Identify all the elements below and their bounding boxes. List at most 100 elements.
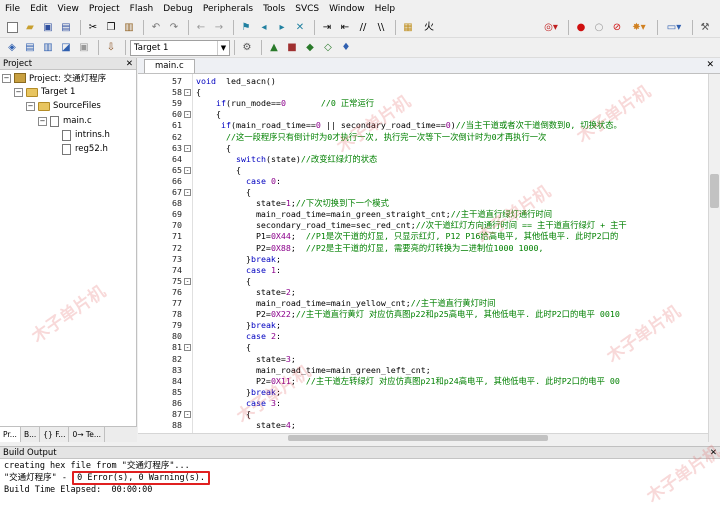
code-line[interactable]: 73 }break; [138,254,708,265]
code-line[interactable]: 57 void led_sacn() [138,76,708,87]
manage-components-icon[interactable]: ▲ [266,40,282,56]
search-icon[interactable]: ◎▾ [540,20,562,36]
tab-templates[interactable]: 0→ Te... [69,427,105,442]
pack-installer-icon[interactable]: ♦ [338,40,354,56]
new-file-icon[interactable] [4,20,20,36]
collapse-icon[interactable]: − [26,101,35,111]
fold-toggle-icon[interactable]: - [184,111,191,119]
bookmark-prev-icon[interactable]: ◂ [256,20,272,36]
uncomment-icon[interactable]: \\ [373,20,389,36]
code-line[interactable]: 77 main_road_time=main_yellow_cnt;//主干道直… [138,298,708,309]
select-packs-icon[interactable]: ◆ [302,40,318,56]
code-line[interactable]: 78 P2=0X22;//主干道直行黄灯 对应仿真图p22和p25高电平, 其他… [138,309,708,320]
close-icon[interactable]: ✕ [710,448,717,458]
download-icon[interactable]: ⇩ [103,40,119,56]
tree-project-root[interactable]: − Project: 交通灯程序 [2,71,106,85]
save-icon[interactable]: ▣ [40,20,56,36]
code-line[interactable]: 76 state=2; [138,287,708,298]
menu-edit[interactable]: Edit [25,0,52,18]
code-line[interactable]: 72 P2=0X88; //P2是主干道的灯显, 需要亮的灯转换为二进制位100… [138,243,708,254]
code-line[interactable]: 83 main_road_time=main_green_left_cnt; [138,365,708,376]
code-line[interactable]: 59 if(run_mode==0 //0 正常运行 [138,98,708,109]
menu-tools[interactable]: Tools [258,0,290,18]
stop-build-icon[interactable]: ▣ [76,40,92,56]
translate-icon[interactable]: ◈ [4,40,20,56]
batch-build-icon[interactable]: ◪ [58,40,74,56]
collapse-icon[interactable]: − [14,87,23,97]
code-area[interactable]: 57 void led_sacn() 58-{59 if(run_mode==0 /… [138,74,708,433]
build-icon[interactable]: ▤ [22,40,38,56]
close-icon[interactable]: ✕ [126,59,133,69]
scroll-thumb[interactable] [288,435,548,441]
code-line[interactable]: 81- { [138,342,708,353]
menu-peripherals[interactable]: Peripherals [198,0,258,18]
target-options-icon[interactable]: ⚙ [239,40,255,56]
collapse-icon[interactable]: − [2,73,11,83]
find-text[interactable]: 火 [418,20,440,36]
code-line[interactable]: 64 switch(state)//改变红绿灯的状态 [138,154,708,165]
run-time-env-icon[interactable]: ◇ [320,40,336,56]
paste-icon[interactable]: ▥ [121,20,137,36]
code-line[interactable]: 85 }break; [138,387,708,398]
tab-functions[interactable]: {} F... [40,427,70,442]
breakpoint-kill-icon[interactable]: ✸▾ [627,20,651,36]
code-line[interactable]: 82 state=3; [138,354,708,365]
cut-icon[interactable]: ✂ [85,20,101,36]
fold-toggle-icon[interactable]: - [184,144,191,152]
code-line[interactable]: 84 P2=0X11; //主干道左转绿灯 对应仿真图p21和p24高电平, 其… [138,376,708,387]
code-line[interactable]: 63- { [138,143,708,154]
code-line[interactable]: 58-{ [138,87,708,98]
tree-target[interactable]: − Target 1 [14,85,75,99]
indent-icon[interactable]: ⇥ [319,20,335,36]
code-line[interactable]: 70 secondary_road_time=sec_red_cnt;//次干道… [138,220,708,231]
copy-icon[interactable]: ❐ [103,20,119,36]
fold-toggle-icon[interactable]: - [184,166,191,174]
fold-toggle-icon[interactable]: - [184,189,191,196]
code-line[interactable]: 71 P1=0X44; //P1是次干道的灯显, 只显示红灯, P12 P16给… [138,231,708,242]
tab-books[interactable]: B... [21,427,41,442]
code-line[interactable]: 88 state=4; [138,420,708,431]
redo-icon[interactable]: ↷ [166,20,182,36]
target-select[interactable]: Target 1 ▼ [130,39,230,56]
menu-project[interactable]: Project [84,0,125,18]
breakpoint-empty-icon[interactable]: ○ [591,20,607,36]
code-line[interactable]: 69 main_road_time=main_green_straight_cn… [138,209,708,220]
code-line[interactable]: 80 case 2: [138,331,708,342]
configure-icon[interactable]: ⚒ [697,20,713,36]
code-line[interactable]: 61 if(main_road_time==0 || secondary_roa… [138,120,708,131]
nav-forward-icon[interactable]: → [211,20,227,36]
tree-group[interactable]: − SourceFiles [26,99,101,113]
vertical-scrollbar[interactable] [708,74,720,442]
menu-file[interactable]: File [0,0,25,18]
bookmark-next-icon[interactable]: ▸ [274,20,290,36]
code-line[interactable]: 66 case 0: [138,176,708,187]
code-line[interactable]: 87- { [138,409,708,420]
code-line[interactable]: 65- { [138,165,708,176]
code-line[interactable]: 68 state=1;//下次切换到下一个模式 [138,198,708,209]
find-in-files-icon[interactable]: ▦ [400,20,416,36]
horizontal-scrollbar[interactable] [138,433,708,442]
rebuild-icon[interactable]: ▥ [40,40,56,56]
fold-toggle-icon[interactable]: - [184,277,191,285]
unindent-icon[interactable]: ⇤ [337,20,353,36]
bookmark-clear-icon[interactable]: ✕ [292,20,308,36]
code-line[interactable]: 74 case 1: [138,265,708,276]
breakpoint-icon[interactable]: ● [573,20,589,36]
code-line[interactable]: 75- { [138,276,708,287]
code-line[interactable]: 86 case 3: [138,398,708,409]
scroll-thumb[interactable] [710,174,719,208]
fold-toggle-icon[interactable]: - [184,411,191,418]
breakpoint-disable-icon[interactable]: ⊘ [609,20,625,36]
code-line[interactable]: 60- { [138,109,708,120]
code-line[interactable]: 62 //这一段程序只有倒计时为0才执行一次, 执行完一次等下一次倒计时为0才再… [138,132,708,143]
comment-icon[interactable]: // [355,20,371,36]
window-layout-icon[interactable]: ▭▾ [662,20,686,36]
file-extensions-icon[interactable]: ■ [284,40,300,56]
menu-debug[interactable]: Debug [158,0,198,18]
close-icon[interactable]: ✕ [706,60,714,70]
menu-view[interactable]: View [53,0,84,18]
collapse-icon[interactable]: − [38,116,47,126]
menu-help[interactable]: Help [370,0,401,18]
fold-toggle-icon[interactable]: - [184,344,191,352]
code-line[interactable]: 67- { [138,187,708,198]
